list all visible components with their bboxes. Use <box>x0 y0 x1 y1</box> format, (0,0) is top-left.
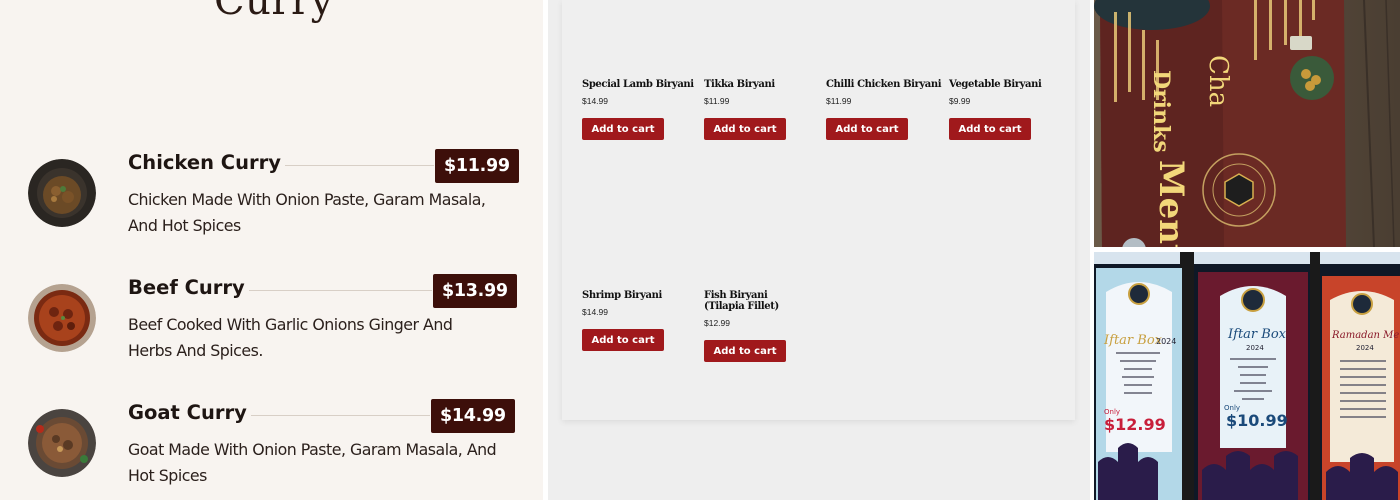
dotted-leader <box>232 415 430 416</box>
shop-section: Special Lamb Biryani $14.99 Add to cart … <box>548 0 1090 500</box>
add-to-cart-button[interactable]: Add to cart <box>826 118 908 140</box>
poster-year-text: 2024 <box>1246 344 1264 352</box>
curry-menu-section: Curry Chicken Curry $11.99 Chicken Made … <box>0 0 543 500</box>
price-badge: $13.99 <box>433 274 517 308</box>
cha-text: Cha <box>1203 55 1233 107</box>
poster-price-text: $12.99 <box>1104 415 1166 434</box>
product-name[interactable]: Special Lamb Biryani <box>582 79 700 90</box>
product-card: Shrimp Biryani $14.99 Add to cart <box>582 290 700 351</box>
product-card: Chilli Chicken Biryani $11.99 Add to car… <box>826 79 944 140</box>
printed-menu-photo[interactable]: Drinks Cha Menu <box>1094 0 1400 247</box>
menu-item: Goat Curry $14.99 Goat Made With Onion P… <box>0 399 543 500</box>
product-name[interactable]: Vegetable Biryani <box>949 79 1067 90</box>
menu-item: Beef Curry $13.99 Beef Cooked With Garli… <box>0 274 543 386</box>
product-price: $11.99 <box>826 96 852 106</box>
poster-title-text: Iftar Box <box>1103 333 1163 348</box>
dotted-leader <box>226 290 432 291</box>
poster-year-text: 2024 <box>1156 337 1176 346</box>
add-to-cart-button[interactable]: Add to cart <box>704 118 786 140</box>
price-badge: $11.99 <box>435 149 519 183</box>
add-to-cart-button[interactable]: Add to cart <box>704 340 786 362</box>
product-card: Vegetable Biryani $9.99 Add to cart <box>949 79 1067 140</box>
product-name[interactable]: Chilli Chicken Biryani <box>826 79 944 90</box>
product-price: $14.99 <box>582 307 608 317</box>
menu-title-text: Menu <box>1151 160 1191 247</box>
dish-name: Chicken Curry <box>128 151 285 174</box>
add-to-cart-button[interactable]: Add to cart <box>582 118 664 140</box>
add-to-cart-button[interactable]: Add to cart <box>582 329 664 351</box>
product-card: Fish Biryani (Tilapia Fillet) $12.99 Add… <box>704 290 800 362</box>
product-price: $9.99 <box>949 96 971 106</box>
dish-name: Beef Curry <box>128 276 249 299</box>
product-price: $14.99 <box>582 96 608 106</box>
product-name[interactable]: Tikka Biryani <box>704 79 822 90</box>
poster-title-text: Iftar Box <box>1227 327 1287 342</box>
poster-year-text: 2024 <box>1356 344 1374 352</box>
price-badge: $14.99 <box>431 399 515 433</box>
dish-description: Beef Cooked With Garlic Onions Ginger An… <box>128 315 453 360</box>
goat-curry-image <box>28 409 96 477</box>
product-card: Special Lamb Biryani $14.99 Add to cart <box>582 79 700 140</box>
product-name[interactable]: Shrimp Biryani <box>582 290 700 301</box>
chicken-curry-image <box>28 159 96 227</box>
product-grid: Special Lamb Biryani $14.99 Add to cart … <box>562 0 1075 420</box>
product-name[interactable]: Fish Biryani (Tilapia Fillet) <box>704 290 800 312</box>
add-to-cart-button[interactable]: Add to cart <box>949 118 1031 140</box>
beef-curry-image <box>28 284 96 352</box>
poster-price-text: $10.99 <box>1226 411 1288 430</box>
section-title: Curry <box>214 0 334 24</box>
dish-name: Goat Curry <box>128 401 251 424</box>
product-card: Tikka Biryani $11.99 Add to cart <box>704 79 822 140</box>
poster-title-text: Ramadan Menu <box>1331 330 1400 341</box>
dish-description: Chicken Made With Onion Paste, Garam Mas… <box>128 190 486 235</box>
photo-gallery: Drinks Cha Menu Iftar Box 2024 Only $12.… <box>1092 0 1400 500</box>
drinks-text: Drinks <box>1148 70 1174 153</box>
dish-description: Goat Made With Onion Paste, Garam Masala… <box>128 440 497 485</box>
menu-item: Chicken Curry $11.99 Chicken Made With O… <box>0 149 543 261</box>
product-price: $11.99 <box>704 96 730 106</box>
iftar-posters-photo[interactable]: Iftar Box 2024 Only $12.99 Iftar Box 202… <box>1094 252 1400 500</box>
product-price: $12.99 <box>704 318 730 328</box>
